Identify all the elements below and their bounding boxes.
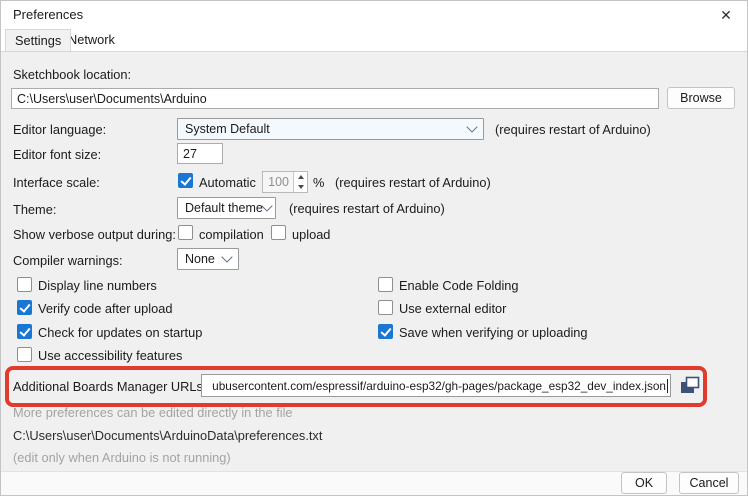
label-use-external-editor: Use external editor bbox=[399, 301, 506, 316]
verbose-output-label: Show verbose output during: bbox=[13, 227, 176, 242]
checkbox-verify-code-after-upload[interactable] bbox=[17, 300, 32, 315]
step-up-icon[interactable] bbox=[294, 172, 307, 182]
compiler-warnings-label: Compiler warnings: bbox=[13, 253, 123, 268]
checkbox-use-accessibility-features[interactable] bbox=[17, 347, 32, 362]
tab-settings[interactable]: Settings bbox=[5, 29, 71, 51]
verbose-compilation-checkbox[interactable] bbox=[178, 225, 193, 240]
close-icon[interactable]: ✕ bbox=[715, 5, 737, 25]
compiler-warnings-select[interactable]: None bbox=[177, 248, 239, 270]
theme-note: (requires restart of Arduino) bbox=[289, 201, 445, 216]
text-caret bbox=[667, 379, 668, 393]
label-check-for-updates: Check for updates on startup bbox=[38, 325, 202, 340]
editor-font-size-input[interactable]: 27 bbox=[177, 143, 223, 164]
percent-sign: % bbox=[313, 175, 324, 190]
scale-value: 100 bbox=[263, 172, 293, 192]
theme-label: Theme: bbox=[13, 202, 56, 217]
theme-select[interactable]: Default theme bbox=[177, 197, 276, 219]
checkbox-save-when-verifying[interactable] bbox=[378, 324, 393, 339]
automatic-scale-label: Automatic bbox=[199, 175, 256, 190]
step-down-icon[interactable] bbox=[294, 182, 307, 192]
sketchbook-location-label: Sketchbook location: bbox=[13, 67, 131, 82]
tab-bar: Settings Network bbox=[1, 29, 747, 51]
chevron-down-icon bbox=[466, 121, 477, 132]
checkbox-use-external-editor[interactable] bbox=[378, 300, 393, 315]
boards-manager-urls-input[interactable]: ubusercontent.com/espressif/arduino-esp3… bbox=[201, 374, 671, 397]
edit-warning-text: (edit only when Arduino is not running) bbox=[13, 450, 231, 465]
browse-button[interactable]: Browse bbox=[667, 87, 735, 109]
checkbox-display-line-numbers[interactable] bbox=[17, 277, 32, 292]
chevron-down-icon bbox=[221, 251, 232, 262]
automatic-scale-checkbox[interactable] bbox=[178, 173, 193, 188]
interface-scale-label: Interface scale: bbox=[13, 175, 100, 190]
sketchbook-location-input[interactable]: C:\Users\user\Documents\Arduino bbox=[11, 88, 659, 109]
label-verify-code-after-upload: Verify code after upload bbox=[38, 301, 172, 316]
editor-language-label: Editor language: bbox=[13, 122, 106, 137]
checkbox-enable-code-folding[interactable] bbox=[378, 277, 393, 292]
verbose-upload-label: upload bbox=[292, 227, 330, 242]
boards-manager-urls-label: Additional Boards Manager URLs: bbox=[13, 379, 206, 394]
sketchbook-location-value: C:\Users\user\Documents\Arduino bbox=[17, 92, 207, 106]
label-use-accessibility-features: Use accessibility features bbox=[38, 348, 182, 363]
label-save-when-verifying: Save when verifying or uploading bbox=[399, 325, 588, 340]
editor-language-select[interactable]: System Default bbox=[177, 118, 484, 140]
label-display-line-numbers: Display line numbers bbox=[38, 278, 157, 293]
preferences-dialog: Preferences ✕ Settings Network Sketchboo… bbox=[0, 0, 748, 496]
open-urls-window-button[interactable] bbox=[677, 373, 704, 398]
editor-font-size-label: Editor font size: bbox=[13, 147, 101, 162]
cancel-button[interactable]: Cancel bbox=[679, 472, 739, 494]
verbose-compilation-label: compilation bbox=[199, 227, 264, 242]
new-window-icon bbox=[680, 376, 701, 395]
editor-language-note: (requires restart of Arduino) bbox=[495, 122, 651, 137]
checkbox-check-for-updates[interactable] bbox=[17, 324, 32, 339]
boards-manager-urls-value: ubusercontent.com/espressif/arduino-esp3… bbox=[212, 379, 666, 393]
preferences-file-path: C:\Users\user\Documents\ArduinoData\pref… bbox=[13, 428, 322, 443]
more-preferences-text: More preferences can be edited directly … bbox=[13, 405, 293, 420]
editor-font-size-value: 27 bbox=[183, 147, 197, 161]
stepper-arrows[interactable] bbox=[293, 172, 307, 192]
dialog-title: Preferences bbox=[13, 7, 83, 22]
verbose-upload-checkbox[interactable] bbox=[271, 225, 286, 240]
label-enable-code-folding: Enable Code Folding bbox=[399, 278, 519, 293]
compiler-warnings-value: None bbox=[185, 252, 215, 266]
editor-language-value: System Default bbox=[185, 122, 270, 136]
title-bar: Preferences ✕ bbox=[1, 1, 747, 29]
theme-value: Default theme bbox=[185, 201, 263, 215]
ok-button[interactable]: OK bbox=[621, 472, 667, 494]
scale-value-stepper[interactable]: 100 bbox=[262, 171, 308, 193]
interface-scale-note: (requires restart of Arduino) bbox=[335, 175, 491, 190]
